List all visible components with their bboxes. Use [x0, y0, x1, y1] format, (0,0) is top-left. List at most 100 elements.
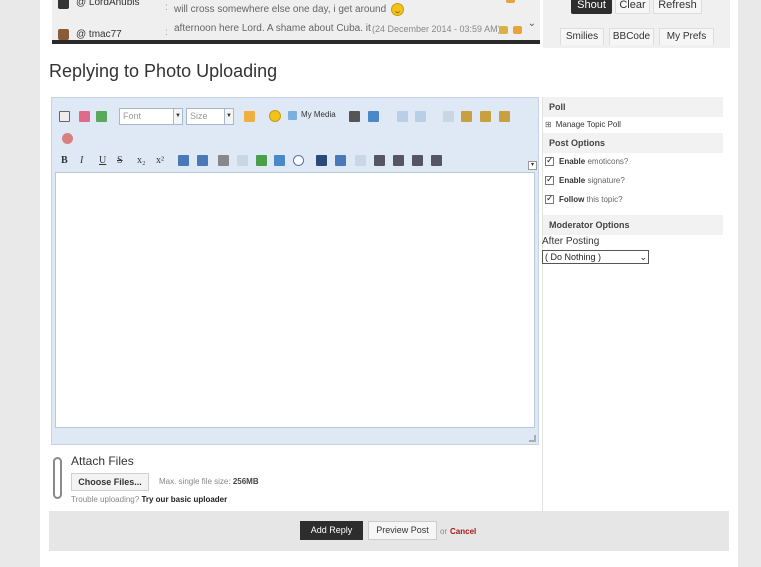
my-media-icon[interactable]	[288, 111, 297, 120]
avatar	[58, 29, 69, 40]
tab-bbcode[interactable]: BBCode	[609, 28, 654, 45]
expand-icon: ⊞	[545, 120, 552, 129]
separator: :	[165, 2, 168, 13]
align-left-icon[interactable]	[374, 155, 385, 166]
resize-handle-icon[interactable]	[529, 435, 536, 442]
max-file-size: Max. single file size: 256MB	[159, 477, 259, 486]
unlink-icon[interactable]	[237, 155, 248, 166]
bold-button[interactable]: B	[61, 155, 68, 166]
eraser-icon[interactable]	[79, 111, 90, 122]
tab-my-prefs[interactable]: My Prefs	[659, 28, 714, 45]
chevron-down-icon: ▼	[224, 109, 233, 124]
replace-icon[interactable]	[368, 111, 379, 122]
align-right-icon[interactable]	[412, 155, 423, 166]
poll-heading: Poll	[543, 97, 723, 117]
rich-text-editor: Font ▼ Size ▼ My Media B I U S x₂ x² ▾	[51, 97, 539, 445]
shoutbox-messages[interactable]: @ LordAnubis : will cross somewhere else…	[52, 0, 540, 44]
text-color-icon[interactable]	[244, 111, 255, 122]
add-reply-button[interactable]: Add Reply	[300, 521, 363, 540]
option-enable-signature[interactable]: Enable signature?	[545, 174, 625, 186]
clear-button[interactable]: Clear	[615, 0, 650, 14]
shout-message: will cross somewhere else one day, i get…	[174, 3, 404, 16]
justify-icon[interactable]	[431, 155, 442, 166]
moderator-options-heading: Moderator Options	[543, 215, 723, 235]
redo-icon[interactable]	[415, 111, 426, 122]
option-follow-topic[interactable]: Follow this topic?	[545, 193, 623, 205]
basic-uploader-link[interactable]: Try our basic uploader	[141, 495, 227, 504]
option-label-bold: Enable	[559, 176, 586, 185]
bullet-list-icon[interactable]	[178, 155, 189, 166]
signature-checkbox[interactable]	[545, 174, 554, 186]
smiley-icon	[390, 3, 404, 16]
shout-button[interactable]: Shout	[571, 0, 612, 14]
option-label-bold: Enable	[559, 157, 586, 166]
media-icon[interactable]	[335, 155, 346, 166]
shout-date: (24 December 2014 - 03:59 AM)	[372, 24, 501, 34]
underline-button[interactable]: U	[99, 155, 106, 166]
collapse-toolbar-icon[interactable]: ▾	[528, 161, 537, 170]
shout-user[interactable]: @ LordAnubis	[76, 0, 140, 8]
preview-post-button[interactable]: Preview Post	[368, 521, 437, 540]
shout-message-text: will cross somewhere else one day, i get…	[174, 4, 387, 16]
max-size-value: 256MB	[232, 477, 259, 486]
spoiler-icon[interactable]	[316, 155, 327, 166]
scroll-down-icon[interactable]: ⌄	[528, 18, 536, 29]
editor-text-area[interactable]	[55, 172, 535, 428]
avatar	[58, 0, 69, 9]
superscript-button[interactable]: x²	[156, 155, 164, 166]
edit-icon[interactable]	[499, 26, 508, 34]
follow-checkbox[interactable]	[545, 193, 554, 205]
font-select[interactable]: Font ▼	[119, 108, 183, 125]
paste-word-icon[interactable]	[499, 111, 510, 122]
copy-icon[interactable]	[443, 111, 454, 122]
emoticons-checkbox[interactable]	[545, 155, 554, 167]
link-icon[interactable]	[218, 155, 229, 166]
number-list-icon[interactable]	[197, 155, 208, 166]
font-select-label: Font	[123, 111, 142, 121]
page-container: @ LordAnubis : will cross somewhere else…	[40, 0, 738, 567]
paste-icon[interactable]	[461, 111, 472, 122]
size-select[interactable]: Size ▼	[186, 108, 234, 125]
shout-row: @ LordAnubis : will cross somewhere else…	[52, 0, 540, 17]
italic-button[interactable]: I	[80, 155, 83, 166]
subscript-button[interactable]: x₂	[137, 155, 146, 166]
manage-poll-link[interactable]: ⊞ Manage Topic Poll	[545, 120, 621, 129]
align-center-icon[interactable]	[393, 155, 404, 166]
shout-user[interactable]: @ tmac77	[76, 29, 122, 40]
option-label-rest: this topic?	[584, 195, 623, 204]
page-title: Replying to Photo Uploading	[49, 61, 278, 81]
cancel-link[interactable]: Cancel	[450, 527, 476, 536]
edit-icon[interactable]	[506, 0, 515, 3]
trouble-uploading: Trouble uploading? Try our basic uploade…	[71, 495, 227, 504]
max-size-label: Max. single file size:	[159, 477, 231, 486]
strike-button[interactable]: S	[117, 155, 123, 166]
shoutbox-controls: Shout Clear Refresh Smilies BBCode My Pr…	[543, 0, 730, 48]
indent-icon[interactable]	[355, 155, 366, 166]
separator: :	[165, 27, 168, 38]
code-icon[interactable]	[274, 155, 285, 166]
delete-icon[interactable]	[513, 26, 522, 34]
after-posting-label: After Posting	[542, 236, 600, 247]
paperclip-icon	[53, 457, 62, 499]
template-icon[interactable]	[96, 111, 107, 122]
emoticon-icon[interactable]	[269, 110, 281, 122]
refresh-button[interactable]: Refresh	[653, 0, 702, 14]
trouble-text: Trouble uploading?	[71, 495, 140, 504]
choose-files-button[interactable]: Choose Files...	[71, 473, 149, 491]
size-select-label: Size	[190, 111, 208, 121]
option-label-rest: emoticons?	[585, 157, 629, 166]
chevron-down-icon: ▼	[173, 109, 182, 124]
undo-icon[interactable]	[397, 111, 408, 122]
option-enable-emoticons[interactable]: Enable emoticons?	[545, 155, 629, 167]
image-icon[interactable]	[256, 155, 267, 166]
manage-poll-label: Manage Topic Poll	[555, 120, 621, 129]
after-posting-select[interactable]: ( Do Nothing ) ⌄	[542, 250, 649, 264]
source-icon[interactable]	[59, 111, 70, 122]
my-media-label[interactable]: My Media	[301, 110, 336, 119]
spellcheck-icon[interactable]	[62, 133, 73, 144]
table-icon[interactable]	[349, 111, 360, 122]
tab-smilies[interactable]: Smilies	[560, 28, 604, 45]
paste-text-icon[interactable]	[480, 111, 491, 122]
shout-message: afternoon here Lord. A shame about Cuba.…	[174, 23, 371, 34]
quote-icon[interactable]	[293, 155, 304, 166]
